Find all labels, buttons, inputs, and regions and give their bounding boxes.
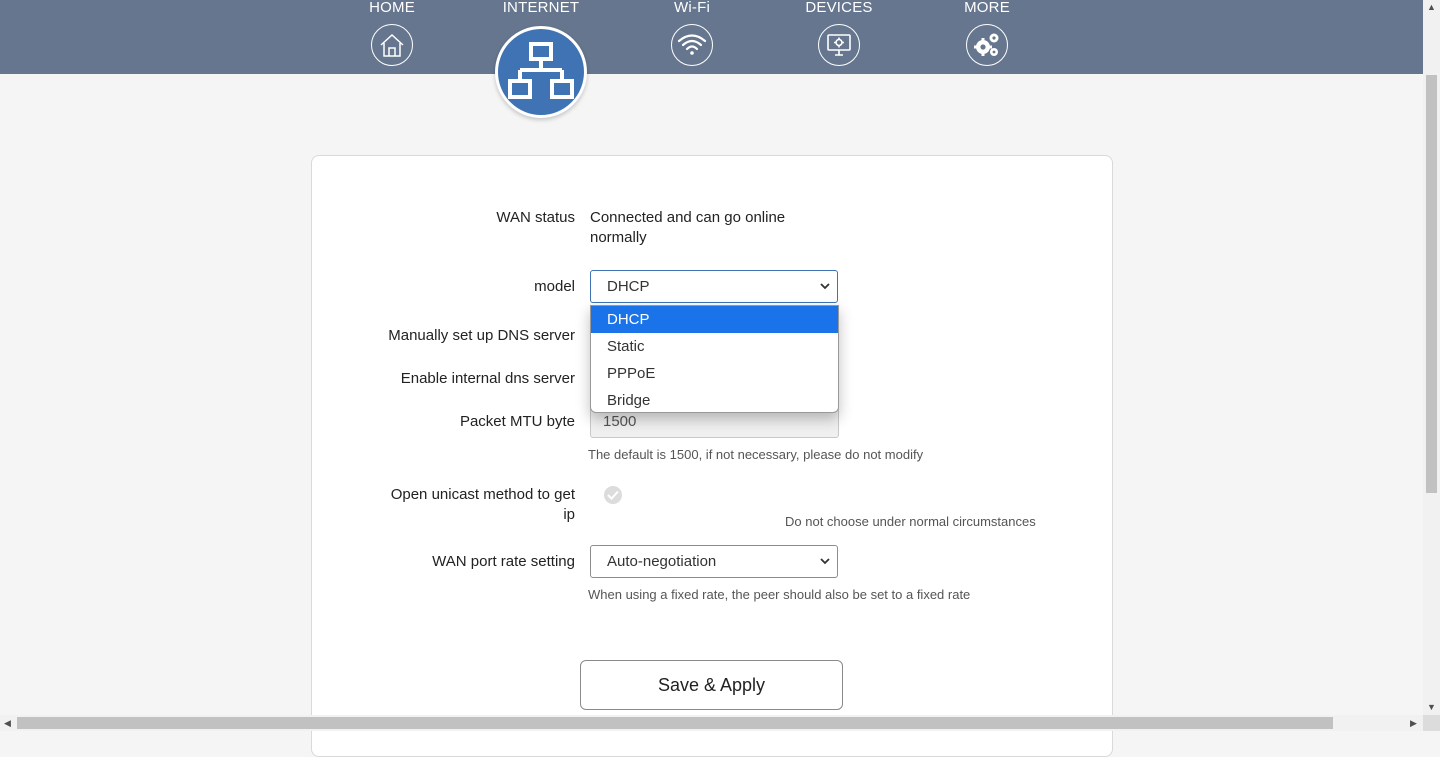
chevron-down-icon [820, 558, 830, 565]
scroll-down-icon[interactable]: ▼ [1427, 702, 1436, 712]
mtu-label: Packet MTU byte [459, 413, 575, 430]
wan-rate-value: Auto-negotiation [607, 553, 717, 570]
unicast-label-line2: ip [563, 506, 575, 523]
wan-status-value: Connected and can go online normally [590, 208, 810, 248]
nav-wifi[interactable]: Wi-Fi [632, 0, 752, 66]
scrollbar-corner [1423, 715, 1440, 731]
unicast-label-line1: Open unicast method to get [390, 486, 575, 503]
wan-status-line1: Connected and can go online [590, 209, 786, 226]
scroll-left-icon[interactable]: ◀ [4, 718, 11, 728]
mtu-value: 1500 [603, 413, 637, 430]
nav-devices[interactable]: DEVICES [779, 0, 899, 66]
wan-status-line2: normally [590, 229, 647, 246]
devices-icon[interactable] [818, 24, 860, 66]
wan-status-label: WAN status [496, 209, 575, 226]
save-apply-button[interactable]: Save & Apply [580, 660, 843, 710]
horizontal-scrollbar[interactable]: ◀ ▶ [0, 715, 1423, 731]
nav-wifi-label: Wi-Fi [674, 0, 710, 16]
gears-icon[interactable] [966, 24, 1008, 66]
check-icon [607, 490, 619, 500]
model-option-pppoe[interactable]: PPPoE [591, 360, 838, 387]
model-option-dhcp[interactable]: DHCP [591, 306, 838, 333]
model-select[interactable]: DHCP [590, 270, 838, 303]
nav-more-label: MORE [964, 0, 1010, 16]
wan-rate-select[interactable]: Auto-negotiation [590, 545, 838, 578]
nav-internet-label: INTERNET [502, 0, 580, 16]
nav-devices-label: DEVICES [805, 0, 873, 16]
vertical-scrollbar[interactable]: ▲ ▼ [1423, 0, 1440, 715]
mtu-hint: The default is 1500, if not necessary, p… [588, 447, 924, 462]
wan-rate-label: WAN port rate setting [432, 553, 575, 570]
vertical-scroll-thumb[interactable] [1426, 75, 1437, 493]
unicast-hint: Do not choose under normal circumstances [785, 514, 1036, 529]
nav-home[interactable]: HOME [332, 0, 452, 66]
wifi-icon[interactable] [671, 24, 713, 66]
wan-rate-hint: When using a fixed rate, the peer should… [588, 587, 971, 602]
scroll-up-icon[interactable]: ▲ [1427, 2, 1436, 12]
top-nav-bar: HOME INTERNET Wi-Fi DEVICES MORE [0, 0, 1423, 118]
home-icon[interactable] [371, 24, 413, 66]
manual-dns-label: Manually set up DNS server [388, 327, 575, 344]
model-select-value: DHCP [607, 278, 650, 295]
horizontal-scroll-thumb[interactable] [17, 717, 1333, 729]
nav-more[interactable]: MORE [927, 0, 1047, 66]
chevron-down-icon [820, 283, 830, 290]
model-option-bridge[interactable]: Bridge [591, 387, 838, 412]
nav-home-label: HOME [369, 0, 415, 16]
scroll-right-icon[interactable]: ▶ [1410, 718, 1417, 728]
model-dropdown: DHCP Static PPPoE Bridge [590, 305, 839, 413]
unicast-toggle[interactable] [604, 486, 622, 504]
model-option-static[interactable]: Static [591, 333, 838, 360]
unicast-label: Open unicast method to get ip [391, 485, 575, 525]
model-label: model [534, 278, 575, 295]
network-icon[interactable] [495, 26, 587, 118]
nav-internet[interactable]: INTERNET [481, 0, 601, 118]
internal-dns-label: Enable internal dns server [400, 370, 575, 387]
